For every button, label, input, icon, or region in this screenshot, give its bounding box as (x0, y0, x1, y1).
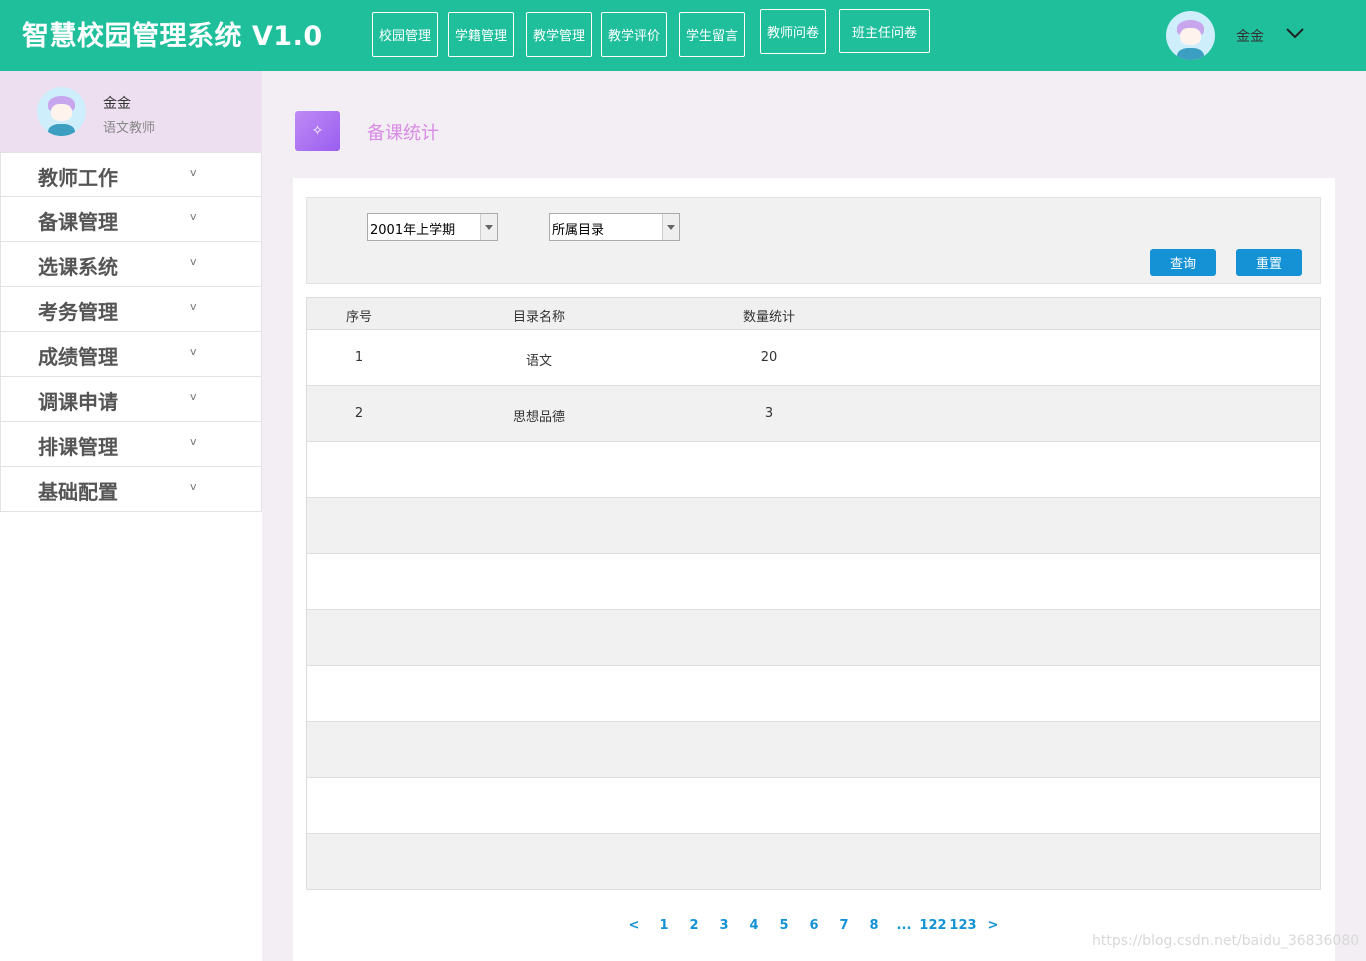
pagination-page[interactable]: 3 (719, 918, 728, 933)
cell-index: 1 (354, 350, 364, 365)
sidebar-item-lesson-prep[interactable]: 备课管理 v (0, 197, 262, 242)
table-row-empty (307, 498, 1320, 554)
cell-catalog-name: 思想品德 (512, 410, 566, 425)
sidebar-item-teacher-work[interactable]: 教师工作 v (0, 152, 262, 197)
caret-down-icon: v (190, 390, 197, 403)
page-title: 备课统计 (367, 123, 439, 144)
sidebar-item-label: 选课系统 (38, 255, 118, 279)
nav-student-records[interactable]: 学籍管理 (448, 12, 514, 57)
nav-teaching-management[interactable]: 教学管理 (526, 12, 592, 57)
pagination-page[interactable]: 2 (689, 918, 698, 933)
nav-teacher-survey[interactable]: 教师问卷 (760, 9, 826, 54)
cell-catalog-name: 语文 (525, 354, 553, 369)
pagination-page[interactable]: 5 (779, 918, 788, 933)
caret-down-icon: v (190, 166, 197, 179)
term-select[interactable]: 2001年上学期 (367, 213, 498, 241)
profile-role: 语文教师 (103, 121, 156, 136)
dropdown-arrow-icon (480, 214, 497, 240)
nav-head-teacher-survey[interactable]: 班主任问卷 (839, 9, 930, 53)
pagination-prev[interactable]: < (629, 918, 640, 933)
user-avatar[interactable] (1166, 11, 1215, 60)
caret-down-icon: v (190, 435, 197, 448)
sidebar-item-label: 考务管理 (38, 300, 118, 324)
nav-student-messages[interactable]: 学生留言 (679, 12, 745, 57)
table-row[interactable]: 2 思想品德 3 (307, 386, 1320, 442)
top-bar: 智慧校园管理系统 V1.0 校园管理 学籍管理 教学管理 教学评价 学生留言 教… (0, 0, 1366, 71)
sidebar-item-exam-affairs[interactable]: 考务管理 v (0, 287, 262, 332)
pagination-page[interactable]: 7 (839, 918, 848, 933)
caret-down-icon: v (190, 300, 197, 313)
profile-card: 金金 语文教师 (0, 71, 262, 152)
sidebar-item-grades[interactable]: 成绩管理 v (0, 332, 262, 377)
reset-button[interactable]: 重置 (1236, 249, 1302, 276)
column-header-count: 数量统计 (742, 310, 796, 325)
sidebar-item-class-change[interactable]: 调课申请 v (0, 377, 262, 422)
query-button[interactable]: 查询 (1150, 249, 1216, 276)
table-row-empty (307, 834, 1320, 889)
sparkle-icon: ✧ (295, 111, 340, 151)
caret-down-icon: v (190, 255, 197, 268)
pagination-page[interactable]: 1 (659, 918, 668, 933)
column-header-index: 序号 (345, 310, 373, 325)
pagination-page[interactable]: 4 (749, 918, 758, 933)
caret-down-icon: v (190, 210, 197, 223)
catalog-select-value: 所属目录 (552, 223, 605, 238)
pagination-page[interactable]: 122 (919, 918, 946, 933)
table-row-empty (307, 442, 1320, 498)
pagination-page[interactable]: 6 (809, 918, 818, 933)
cell-count: 20 (760, 350, 778, 365)
profile-name: 金金 (103, 96, 131, 112)
stats-table: 序号 目录名称 数量统计 1 语文 20 2 思想品德 3 (306, 297, 1321, 890)
sidebar-item-label: 调课申请 (38, 390, 118, 414)
sidebar-item-scheduling[interactable]: 排课管理 v (0, 422, 262, 467)
table-row[interactable]: 1 语文 20 (307, 330, 1320, 386)
table-row-empty (307, 722, 1320, 778)
watermark: https://blog.csdn.net/baidu_36836080 (1092, 933, 1360, 949)
term-select-value: 2001年上学期 (370, 223, 456, 238)
pagination-ellipsis: ... (896, 918, 912, 933)
table-row-empty (307, 666, 1320, 722)
nav-campus-management[interactable]: 校园管理 (372, 12, 438, 57)
table-row-empty (307, 778, 1320, 834)
cell-index: 2 (354, 406, 364, 421)
pagination-next[interactable]: > (988, 918, 999, 933)
table-row-empty (307, 610, 1320, 666)
table-row-empty (307, 554, 1320, 610)
cell-count: 3 (764, 406, 774, 421)
user-name[interactable]: 金金 (1236, 26, 1264, 46)
caret-down-icon: v (190, 480, 197, 493)
sidebar-item-course-selection[interactable]: 选课系统 v (0, 242, 262, 287)
sidebar: 金金 语文教师 教师工作 v 备课管理 v 选课系统 v 考务管理 v 成绩管理… (0, 71, 262, 961)
caret-down-icon: v (190, 345, 197, 358)
chevron-down-icon[interactable] (1284, 22, 1306, 44)
profile-avatar (37, 87, 86, 136)
pagination-page[interactable]: 123 (949, 918, 976, 933)
sidebar-item-label: 排课管理 (38, 435, 118, 459)
sidebar-item-label: 成绩管理 (38, 345, 118, 369)
sidebar-item-basic-config[interactable]: 基础配置 v (0, 467, 262, 512)
table-header: 序号 目录名称 数量统计 (307, 298, 1320, 330)
dropdown-arrow-icon (662, 214, 679, 240)
sidebar-item-label: 备课管理 (38, 210, 118, 234)
sidebar-item-label: 教师工作 (38, 166, 118, 190)
app-title: 智慧校园管理系统 V1.0 (22, 21, 323, 52)
catalog-select[interactable]: 所属目录 (549, 213, 680, 241)
column-header-catalog-name: 目录名称 (512, 310, 566, 325)
sidebar-item-label: 基础配置 (38, 480, 118, 504)
nav-teaching-evaluation[interactable]: 教学评价 (601, 12, 667, 57)
filter-box: 2001年上学期 所属目录 查询 重置 (306, 197, 1321, 284)
pagination-page[interactable]: 8 (869, 918, 878, 933)
